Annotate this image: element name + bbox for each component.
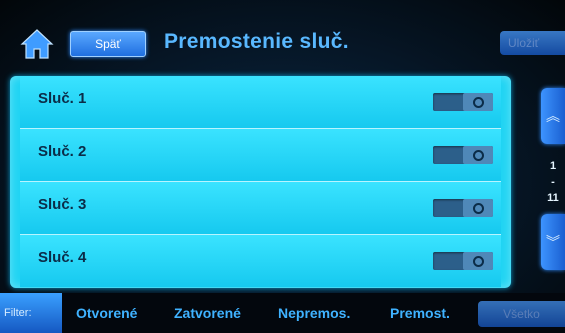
screen: Späť Premostenie sluč. Uložiť Sluč. 1 Sl… — [0, 0, 565, 333]
double-chevron-down-icon: ︾ — [546, 234, 560, 250]
list-item[interactable]: Sluč. 2 — [20, 129, 501, 182]
toggle-knob — [463, 93, 493, 111]
toggle-knob — [463, 252, 493, 270]
filter-bypassed[interactable]: Premost. — [390, 293, 450, 333]
home-icon[interactable] — [20, 28, 54, 60]
list-item[interactable]: Sluč. 3 — [20, 182, 501, 235]
list-item[interactable]: Sluč. 4 — [20, 235, 501, 287]
page-down-button[interactable]: ︾ — [541, 214, 565, 270]
loop-label: Sluč. 3 — [38, 196, 87, 213]
page-total: 11 — [547, 192, 559, 204]
list-item[interactable]: Sluč. 1 — [20, 76, 501, 129]
save-button[interactable]: Uložiť — [500, 31, 565, 55]
page-current: 1 — [549, 160, 557, 172]
loop-label: Sluč. 2 — [38, 143, 87, 160]
bypass-toggle[interactable] — [433, 252, 493, 270]
filter-label: Filter: — [0, 293, 62, 333]
double-chevron-up-icon: ︽ — [546, 108, 560, 124]
filter-closed[interactable]: Zatvorené — [174, 293, 241, 333]
toggle-knob — [463, 146, 493, 164]
loop-label: Sluč. 4 — [38, 249, 87, 266]
filter-all-button[interactable]: Všetko — [478, 301, 565, 327]
back-button[interactable]: Späť — [70, 31, 146, 57]
filter-not-bypassed[interactable]: Nepremos. — [278, 293, 350, 333]
page-up-button[interactable]: ︽ — [541, 88, 565, 144]
filter-open[interactable]: Otvorené — [76, 293, 137, 333]
toggle-knob — [463, 199, 493, 217]
bypass-toggle[interactable] — [433, 93, 493, 111]
bypass-toggle[interactable] — [433, 199, 493, 217]
page-separator: - — [551, 176, 555, 188]
page-title: Premostenie sluč. — [164, 30, 349, 53]
bypass-toggle[interactable] — [433, 146, 493, 164]
filter-bar: Filter: Otvorené Zatvorené Nepremos. Pre… — [0, 293, 565, 333]
loop-label: Sluč. 1 — [38, 90, 87, 107]
